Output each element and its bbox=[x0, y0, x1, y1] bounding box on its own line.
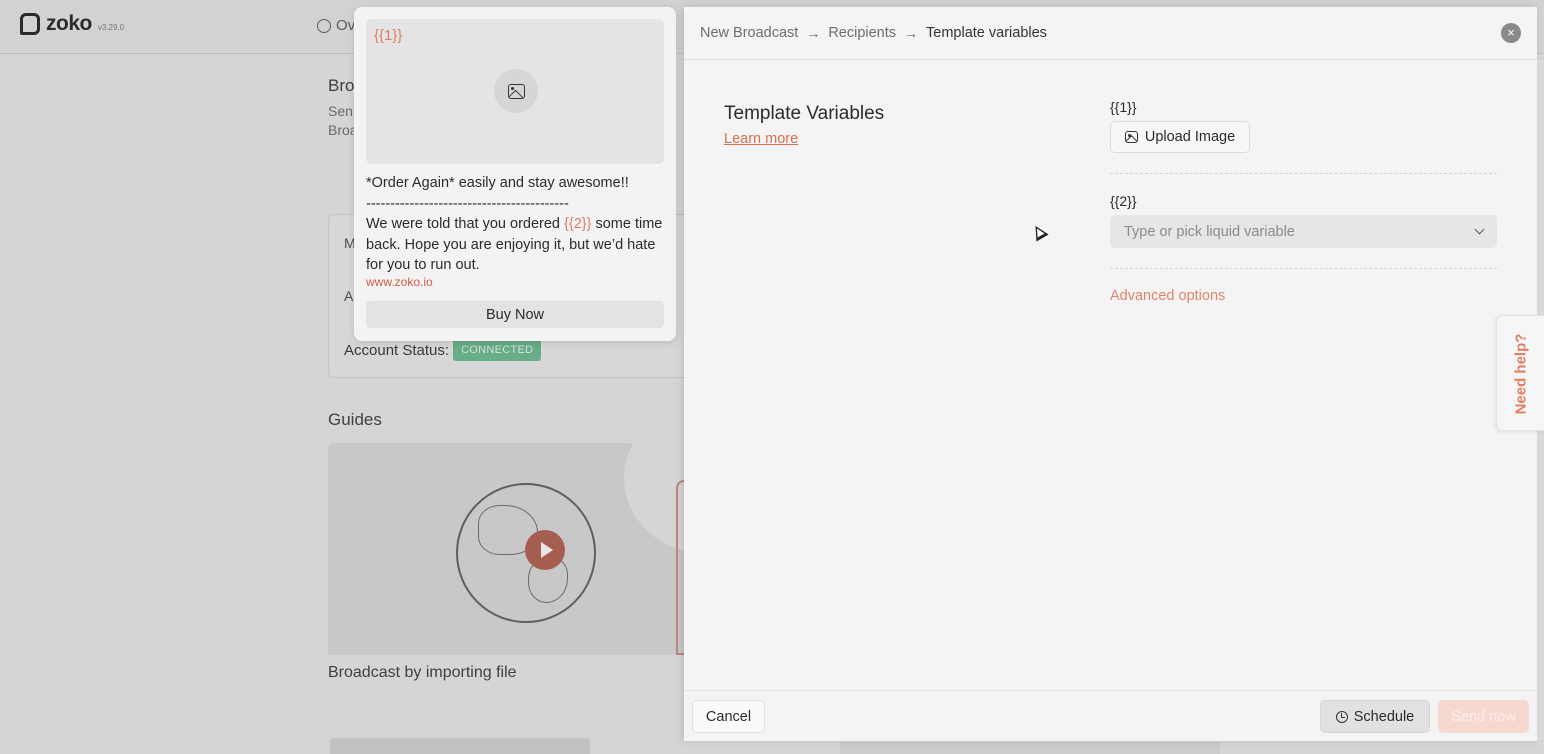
message-preview: {{1}} *Order Again* easily and stay awes… bbox=[354, 7, 676, 341]
image-icon bbox=[1124, 131, 1138, 143]
cancel-button[interactable]: Cancel bbox=[692, 700, 765, 733]
variable-2-label: {{2}} bbox=[1110, 193, 1137, 209]
drawer-header: New Broadcast → Recipients → Template va… bbox=[684, 7, 1537, 60]
arrow-right-icon: → bbox=[806, 25, 821, 41]
clock-icon bbox=[1335, 710, 1348, 723]
mouse-cursor-icon bbox=[1029, 222, 1049, 242]
broadcast-drawer: New Broadcast → Recipients → Template va… bbox=[684, 7, 1537, 741]
body-variable: {{2}} bbox=[564, 216, 592, 232]
learn-more-link[interactable]: Learn more bbox=[724, 131, 798, 147]
arrow-right-icon: → bbox=[904, 25, 919, 41]
divider bbox=[1110, 268, 1497, 269]
send-now-button[interactable]: Send now bbox=[1438, 700, 1529, 733]
preview-media: {{1}} bbox=[366, 19, 664, 164]
preview-headline: *Order Again* easily and stay awesome!! bbox=[366, 175, 629, 191]
need-help-label: Need help? bbox=[1512, 333, 1530, 415]
divider bbox=[1110, 173, 1497, 174]
need-help-tab[interactable]: Need help? bbox=[1496, 315, 1544, 431]
breadcrumb: New Broadcast → Recipients → Template va… bbox=[700, 25, 1047, 41]
liquid-variable-select[interactable]: Type or pick liquid variable bbox=[1110, 215, 1497, 248]
image-icon bbox=[507, 83, 525, 99]
preview-body: *Order Again* easily and stay awesome!! … bbox=[366, 173, 664, 276]
close-icon[interactable]: × bbox=[1501, 23, 1521, 43]
chevron-down-icon bbox=[1474, 224, 1485, 235]
select-placeholder: Type or pick liquid variable bbox=[1124, 223, 1295, 240]
breadcrumb-template-variables: Template variables bbox=[926, 25, 1047, 41]
schedule-label: Schedule bbox=[1353, 708, 1415, 725]
preview-separator: ----------------------------------------… bbox=[366, 195, 569, 212]
preview-link[interactable]: www.zoko.io bbox=[366, 275, 433, 289]
drawer-footer: Cancel Schedule Send now bbox=[684, 690, 1537, 741]
image-placeholder bbox=[494, 69, 538, 113]
section-title: Template Variables bbox=[724, 103, 885, 124]
variable-1-label: {{1}} bbox=[1110, 99, 1137, 115]
breadcrumb-recipients[interactable]: Recipients bbox=[828, 25, 896, 41]
advanced-options-link[interactable]: Advanced options bbox=[1110, 288, 1225, 304]
buy-now-button[interactable]: Buy Now bbox=[366, 301, 664, 328]
upload-image-button[interactable]: Upload Image bbox=[1110, 121, 1250, 153]
preview-message: We were told that you ordered {{2}} some… bbox=[366, 214, 664, 276]
media-variable: {{1}} bbox=[374, 27, 403, 44]
breadcrumb-new-broadcast[interactable]: New Broadcast bbox=[700, 25, 798, 41]
upload-image-label: Upload Image bbox=[1144, 129, 1236, 145]
schedule-button[interactable]: Schedule bbox=[1320, 700, 1430, 733]
preview-text: We were told that you ordered bbox=[366, 216, 565, 232]
